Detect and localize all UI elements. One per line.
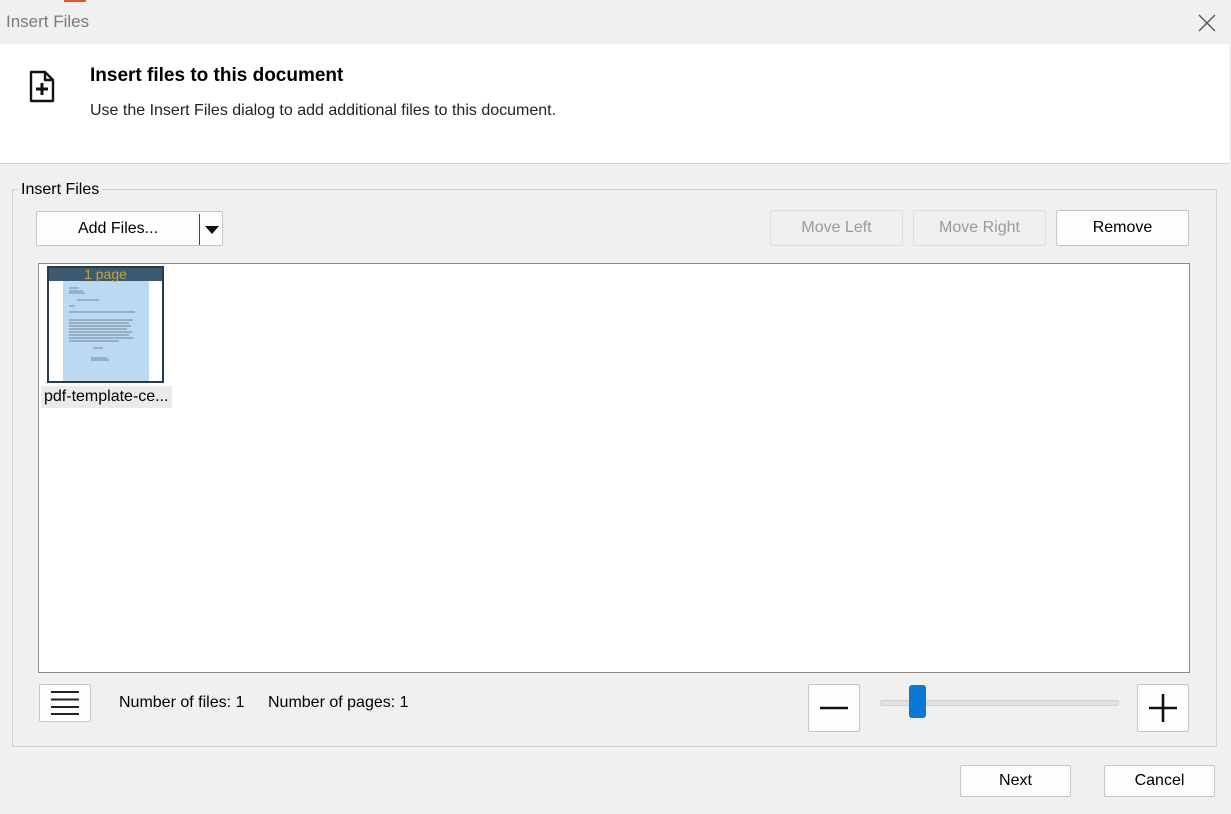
accent-mark	[64, 0, 86, 2]
dialog-header: Insert files to this document Use the In…	[0, 44, 1229, 164]
file-thumbnail[interactable]: 1 page	[47, 266, 164, 383]
hamburger-menu-icon	[51, 691, 79, 715]
zoom-slider-thumb[interactable]	[908, 685, 926, 718]
window-title: Insert Files	[6, 12, 90, 31]
number-of-pages: Number of pages: 1	[268, 694, 409, 711]
file-name-label[interactable]: pdf-template-ce...	[41, 386, 172, 408]
dialog-description: Use the Insert Files dialog to add addit…	[90, 102, 557, 119]
cancel-button[interactable]: Cancel	[1104, 765, 1215, 797]
add-files-label: Add Files...	[77, 219, 159, 237]
document-add-icon	[29, 70, 55, 103]
plus-icon	[1149, 694, 1177, 722]
split-divider	[199, 214, 200, 245]
list-view-button[interactable]	[39, 684, 91, 722]
page-text-preview	[69, 287, 135, 361]
zoom-in-button[interactable]	[1137, 684, 1189, 732]
next-button[interactable]: Next	[960, 765, 1071, 797]
close-icon	[1198, 14, 1216, 32]
number-of-files: Number of files: 1	[119, 694, 245, 711]
move-left-button[interactable]: Move Left	[770, 210, 903, 246]
remove-button[interactable]: Remove	[1056, 210, 1189, 246]
chevron-down-icon[interactable]	[205, 226, 219, 234]
move-right-button[interactable]: Move Right	[913, 210, 1046, 246]
group-label: Insert Files	[18, 181, 103, 199]
files-list[interactable]: 1 page pdf-template-ce...	[38, 263, 1190, 673]
dialog-heading: Insert files to this document	[90, 65, 344, 86]
add-files-button[interactable]: Add Files...	[36, 211, 223, 246]
title-bar: Insert Files	[0, 0, 1231, 44]
zoom-out-button[interactable]	[808, 684, 860, 732]
page-count-badge: 1 page	[49, 266, 162, 282]
minus-icon	[820, 706, 848, 710]
close-button[interactable]	[1189, 6, 1225, 40]
page-count-text: 1 page	[84, 266, 127, 282]
